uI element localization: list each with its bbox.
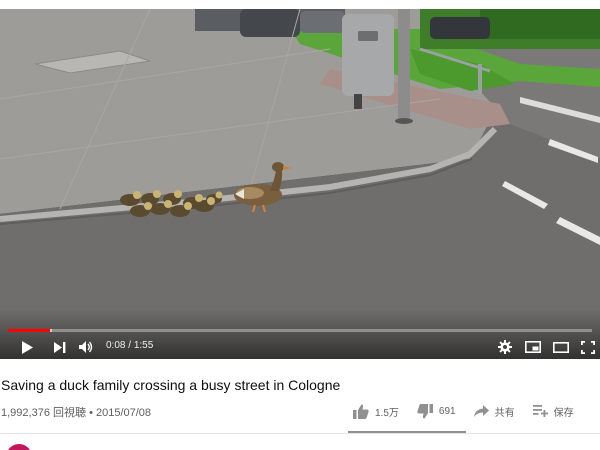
time-display: 0:08 / 1:55 [106, 340, 153, 351]
gear-icon [498, 340, 512, 354]
time-separator: / [125, 340, 134, 351]
video-meta: 1,992,376 回視聴 • 2015/07/08 [1, 404, 151, 420]
save-label: 保存 [553, 407, 574, 419]
meta-separator: • [89, 407, 93, 419]
play-button[interactable] [17, 339, 37, 355]
share-label: 共有 [494, 407, 515, 419]
video-player[interactable]: 0:08 / 1:55 [0, 9, 600, 359]
volume-icon [79, 341, 93, 353]
upload-date: 2015/07/08 [95, 407, 152, 419]
action-bar: 1.5万 691 共有 保存 [350, 400, 574, 422]
like-count: 1.5万 [375, 407, 399, 419]
view-count: 1,992,376 回視聴 [1, 407, 86, 419]
like-button[interactable]: 1.5万 [353, 404, 399, 419]
dislike-count: 691 [438, 405, 456, 417]
progress-bar[interactable] [8, 329, 592, 332]
progress-fill [8, 329, 51, 332]
time-current: 0:08 [106, 340, 126, 351]
share-button[interactable]: 共有 [473, 404, 515, 419]
play-icon [22, 340, 33, 354]
miniplayer-button[interactable] [523, 339, 543, 355]
thumbs-down-icon [417, 403, 433, 418]
fullscreen-icon [581, 340, 595, 354]
settings-button[interactable] [496, 339, 514, 355]
video-frame[interactable] [0, 9, 600, 359]
theater-mode-icon [553, 341, 569, 353]
time-total: 1:55 [133, 340, 154, 351]
miniplayer-icon [525, 341, 541, 353]
thumbs-up-icon [353, 404, 369, 419]
trash-bin [342, 14, 394, 96]
pole [398, 9, 410, 121]
volume-button[interactable] [76, 339, 96, 355]
share-icon [473, 405, 489, 417]
video-title: Saving a duck family crossing a busy str… [1, 377, 341, 393]
skip-next-icon [54, 341, 66, 353]
theater-button[interactable] [551, 339, 571, 355]
save-button[interactable]: 保存 [532, 404, 574, 419]
fullscreen-button[interactable] [579, 339, 597, 355]
divider [0, 433, 600, 434]
next-button[interactable] [50, 339, 70, 355]
channel-avatar[interactable] [6, 444, 32, 450]
dislike-button[interactable]: 691 [417, 403, 456, 419]
add-to-playlist-icon [532, 405, 548, 417]
